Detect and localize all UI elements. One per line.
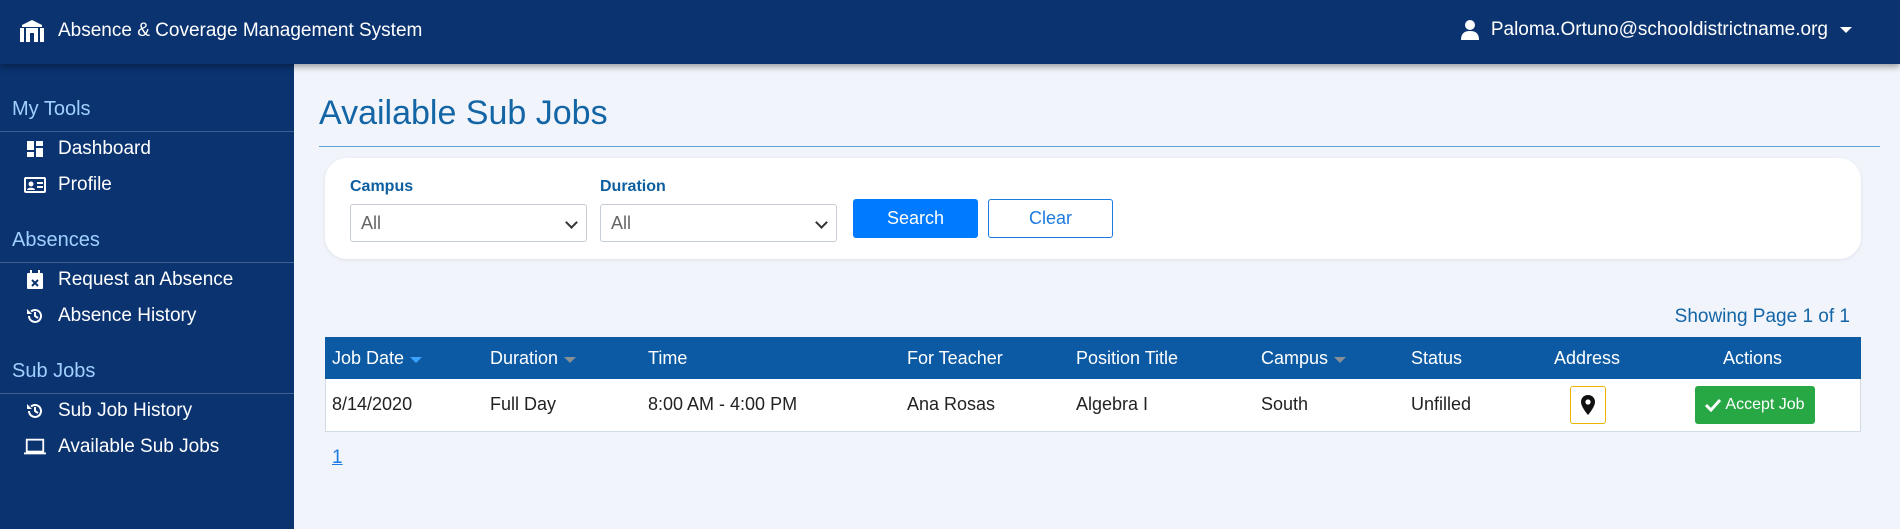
- table-header: Job Date Duration Time For Teacher Posit…: [325, 337, 1861, 379]
- divider: [0, 262, 294, 263]
- column-header-label: Actions: [1723, 348, 1783, 368]
- sidebar-item-label: Dashboard: [58, 138, 151, 159]
- divider: [0, 393, 294, 394]
- cell-duration: Full Day: [490, 394, 557, 414]
- column-header-job-date[interactable]: Job Date: [332, 348, 423, 369]
- cell-status: Unfilled: [1411, 394, 1472, 414]
- sidebar-item-label: Absence History: [58, 305, 197, 326]
- app-title: Absence & Coverage Management System: [58, 20, 423, 41]
- caret-down-icon: [1840, 27, 1852, 33]
- search-button[interactable]: Search: [853, 199, 978, 238]
- divider: [0, 131, 294, 132]
- duration-select[interactable]: All: [600, 204, 837, 242]
- sidebar-section-title: My Tools: [12, 98, 91, 120]
- column-header-label: Duration: [490, 348, 559, 368]
- column-header-position: Position Title: [1076, 348, 1178, 369]
- cell-campus: South: [1261, 394, 1309, 414]
- column-header-label: Address: [1554, 348, 1621, 368]
- clear-button[interactable]: Clear: [988, 199, 1113, 238]
- calendar-x-icon: [24, 270, 46, 290]
- column-header-label: For Teacher: [907, 348, 1003, 368]
- cell-job-date: 8/14/2020: [332, 394, 413, 414]
- campus-select[interactable]: All: [350, 204, 587, 242]
- pagination-page-link[interactable]: 1: [332, 447, 343, 469]
- cell-teacher: Ana Rosas: [907, 394, 996, 414]
- sidebar-item-label: Request an Absence: [58, 269, 234, 290]
- cell-time: 8:00 AM - 4:00 PM: [648, 394, 798, 414]
- address-button[interactable]: [1570, 386, 1606, 424]
- page-status-text: Showing Page 1 of 1: [1674, 306, 1850, 327]
- chevron-down-icon: [565, 216, 578, 229]
- history-icon: [24, 306, 46, 326]
- sidebar-item-label: Available Sub Jobs: [58, 436, 220, 457]
- campus-select-value: All: [361, 213, 382, 233]
- column-header-label: Time: [648, 348, 688, 368]
- sidebar-item-dashboard[interactable]: Dashboard: [24, 138, 151, 160]
- column-header-duration[interactable]: Duration: [490, 348, 577, 369]
- user-icon: [1460, 20, 1479, 40]
- column-header-label: Job Date: [332, 348, 405, 368]
- campus-label: Campus: [350, 178, 414, 195]
- sort-desc-icon: [410, 357, 423, 363]
- history-icon: [24, 401, 46, 421]
- sidebar-item-absence-history[interactable]: Absence History: [24, 305, 196, 327]
- top-nav-bar: Absence & Coverage Management System Pal…: [0, 0, 1900, 64]
- column-header-actions: Actions: [1723, 348, 1782, 369]
- column-header-label: Status: [1411, 348, 1463, 368]
- dashboard-icon: [24, 139, 46, 159]
- user-email: Paloma.Ortuno@schooldistrictname.org: [1490, 19, 1828, 40]
- check-icon: [1705, 398, 1722, 412]
- sidebar-section-title: Absences: [12, 229, 100, 251]
- accept-job-button[interactable]: Accept Job: [1695, 386, 1815, 424]
- cell-position: Algebra I: [1076, 394, 1149, 414]
- sort-icon: [564, 357, 577, 363]
- sidebar-item-profile[interactable]: Profile: [24, 174, 112, 196]
- map-pin-icon: [1581, 395, 1595, 415]
- accept-job-label: Accept Job: [1725, 396, 1805, 413]
- sidebar-item-label: Sub Job History: [58, 400, 193, 421]
- sidebar-item-available-sub-jobs[interactable]: Available Sub Jobs: [24, 436, 219, 458]
- school-building-icon: [20, 20, 44, 42]
- sub-jobs-table: Job Date Duration Time For Teacher Posit…: [325, 337, 1861, 432]
- duration-label: Duration: [600, 178, 666, 195]
- sort-icon: [1334, 357, 1347, 363]
- divider: [319, 146, 1880, 147]
- column-header-address: Address: [1554, 348, 1620, 369]
- column-header-label: Campus: [1261, 348, 1329, 368]
- page-title: Available Sub Jobs: [319, 94, 608, 132]
- user-menu[interactable]: Paloma.Ortuno@schooldistrictname.org: [1460, 19, 1852, 41]
- chevron-down-icon: [815, 216, 828, 229]
- duration-select-value: All: [611, 213, 632, 233]
- column-header-campus[interactable]: Campus: [1261, 348, 1347, 369]
- column-header-status: Status: [1411, 348, 1462, 369]
- filter-panel: Campus All Duration All Search Clear: [325, 158, 1861, 259]
- table-row: 8/14/2020 Full Day 8:00 AM - 4:00 PM Ana…: [325, 379, 1861, 432]
- column-header-label: Position Title: [1076, 348, 1179, 368]
- sidebar-item-sub-job-history[interactable]: Sub Job History: [24, 400, 192, 422]
- sidebar-item-request-absence[interactable]: Request an Absence: [24, 269, 233, 291]
- sidebar-item-label: Profile: [58, 174, 112, 195]
- id-card-icon: [24, 175, 46, 195]
- sidebar: My Tools Dashboard Profile Absences Requ…: [0, 64, 294, 529]
- column-header-time: Time: [648, 348, 687, 369]
- laptop-icon: [24, 437, 46, 457]
- column-header-teacher: For Teacher: [907, 348, 1003, 369]
- sidebar-section-title: Sub Jobs: [12, 360, 96, 382]
